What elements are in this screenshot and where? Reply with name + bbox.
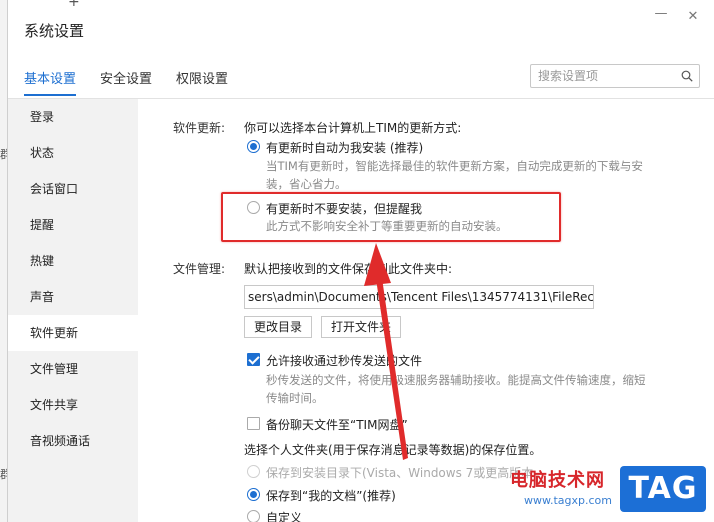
backup-checkbox[interactable] bbox=[247, 417, 260, 430]
search-input[interactable] bbox=[531, 65, 671, 87]
minimize-button[interactable]: — bbox=[653, 6, 669, 21]
custom-location-radio[interactable] bbox=[247, 510, 260, 522]
settings-tabs: 基本设置 安全设置 权限设置 bbox=[24, 68, 228, 96]
sidebar-item-av-call[interactable]: 音视频通话 bbox=[8, 423, 138, 459]
watermark-logo: TAG bbox=[620, 466, 706, 512]
sidebar-item-reminder[interactable]: 提醒 bbox=[8, 207, 138, 243]
change-directory-button[interactable]: 更改目录 bbox=[244, 316, 312, 338]
custom-location-label[interactable]: 自定义 bbox=[266, 509, 302, 522]
auto-install-label[interactable]: 有更新时自动为我安装 (推荐) bbox=[266, 139, 423, 156]
file-management-section-label: 文件管理: bbox=[173, 262, 226, 276]
tab-security-settings[interactable]: 安全设置 bbox=[100, 68, 152, 96]
fast-transfer-label[interactable]: 允许接收通过秒传发送的文件 bbox=[266, 352, 422, 369]
update-method-prompt: 你可以选择本台计算机上TIM的更新方式: bbox=[244, 121, 462, 135]
tab-basic-settings[interactable]: 基本设置 bbox=[24, 68, 77, 96]
sidebar-item-file-management[interactable]: 文件管理 bbox=[8, 351, 138, 387]
save-install-dir-label[interactable]: 保存到安装目录下(Vista、Windows 7或更高版本 bbox=[266, 464, 533, 481]
backup-label[interactable]: 备份聊天文件至“TIM网盘” bbox=[266, 416, 408, 433]
default-folder-prompt: 默认把接收到的文件保存到此文件夹中: bbox=[244, 262, 453, 276]
personal-folder-prompt: 选择个人文件夹(用于保存消息记录等数据)的保存位置。 bbox=[244, 443, 542, 457]
dialog-title: 系统设置 bbox=[24, 22, 85, 40]
save-my-documents-radio[interactable] bbox=[247, 488, 260, 501]
highlight-annotation-box bbox=[221, 192, 561, 242]
save-install-dir-radio[interactable] bbox=[247, 465, 260, 478]
fast-transfer-description: 秒传发送的文件，将使用极速服务器辅助接收。能提高文件传输速度，缩短传输时间。 bbox=[266, 373, 646, 405]
sidebar-item-login[interactable]: 登录 bbox=[8, 99, 138, 135]
watermark-title: 电脑技术网 bbox=[510, 470, 605, 491]
sidebar-item-status[interactable]: 状态 bbox=[8, 135, 138, 171]
save-my-documents-label[interactable]: 保存到“我的文档”(推荐) bbox=[266, 487, 396, 504]
close-button[interactable]: ✕ bbox=[685, 9, 701, 24]
software-update-section-label: 软件更新: bbox=[173, 121, 226, 135]
background-plus-icon: + bbox=[68, 0, 80, 10]
auto-install-radio[interactable] bbox=[247, 140, 260, 153]
auto-install-description: 当TIM有更新时，智能选择最佳的软件更新方案，自动完成更新的下载与安装，省心省力… bbox=[266, 159, 643, 191]
save-path-field[interactable]: sers\admin\Documents\Tencent Files\13457… bbox=[244, 285, 594, 309]
sidebar-item-chat-window[interactable]: 会话窗口 bbox=[8, 171, 138, 207]
settings-dialog: + 系统设置 — ✕ 基本设置 安全设置 权限设置 登录 状态 会话窗口 提醒 … bbox=[7, 0, 714, 522]
sidebar-item-file-sharing[interactable]: 文件共享 bbox=[8, 387, 138, 423]
open-folder-button[interactable]: 打开文件夹 bbox=[321, 316, 401, 338]
fast-transfer-checkbox[interactable] bbox=[247, 353, 260, 366]
sidebar-item-sound[interactable]: 声音 bbox=[8, 279, 138, 315]
search-icon[interactable] bbox=[681, 70, 693, 82]
search-box bbox=[530, 64, 700, 88]
watermark-url: www.tagxp.com bbox=[524, 494, 612, 507]
sidebar-item-hotkeys[interactable]: 热键 bbox=[8, 243, 138, 279]
tab-permission-settings[interactable]: 权限设置 bbox=[176, 68, 228, 96]
settings-content: 软件更新: 你可以选择本台计算机上TIM的更新方式: 有更新时自动为我安装 (推… bbox=[138, 99, 714, 522]
settings-sidebar: 登录 状态 会话窗口 提醒 热键 声音 软件更新 文件管理 文件共享 音视频通话 bbox=[8, 99, 138, 522]
sidebar-item-software-update[interactable]: 软件更新 bbox=[8, 315, 138, 351]
